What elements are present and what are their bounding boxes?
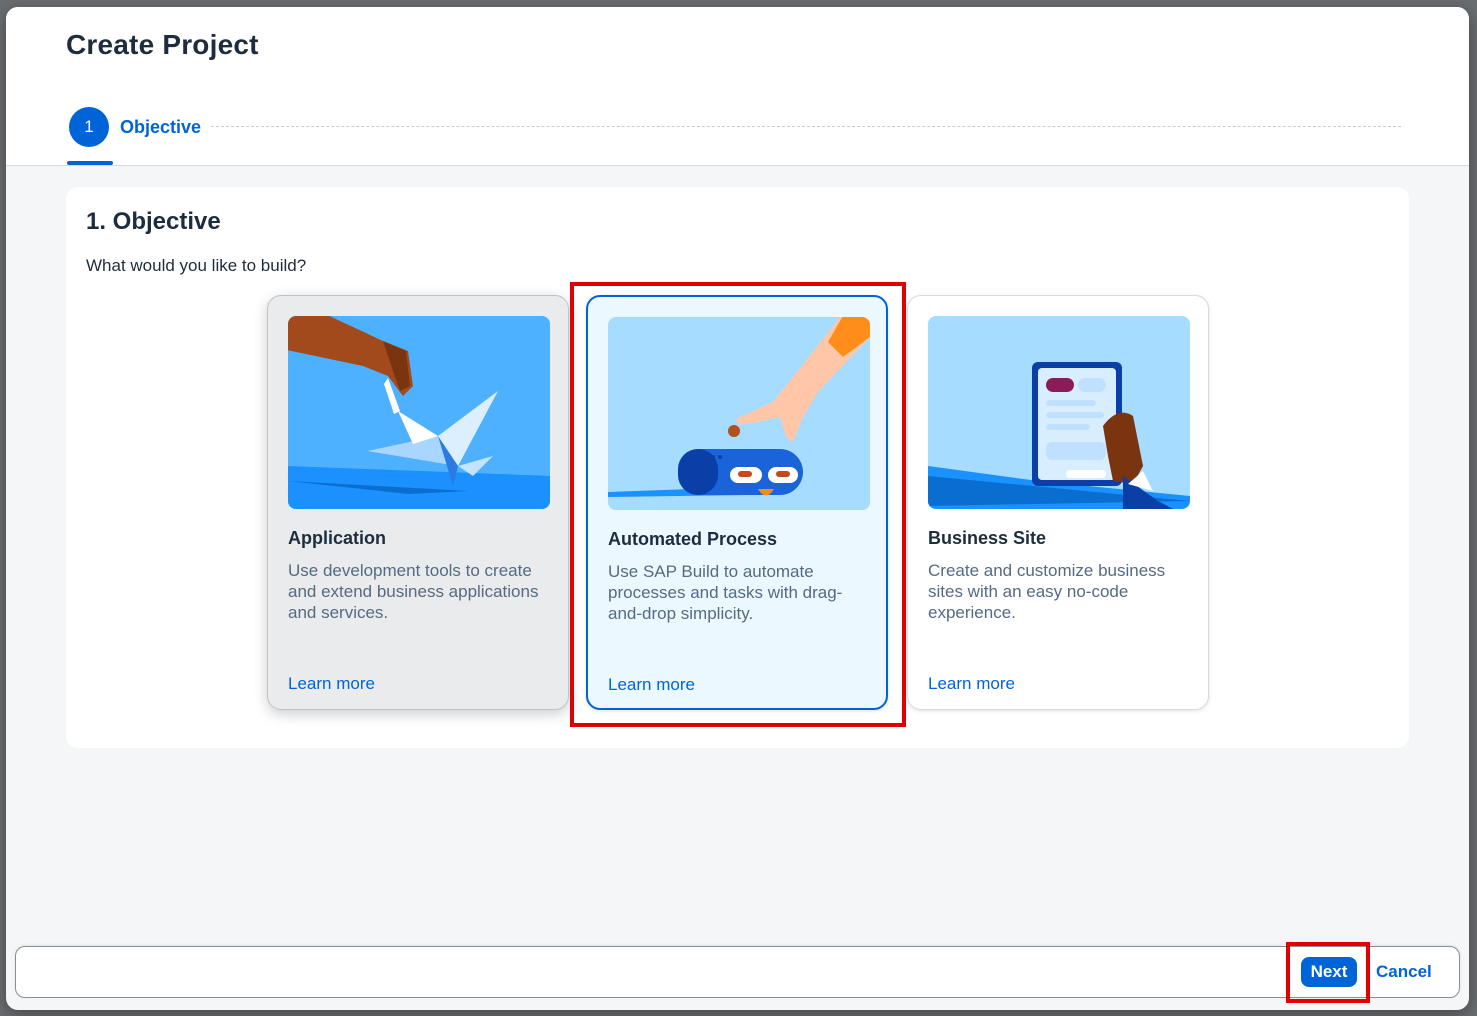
card-automated-process[interactable]: Automated Process Use SAP Build to autom…: [586, 295, 888, 710]
learn-more-link[interactable]: Learn more: [608, 675, 695, 695]
dialog-header: Create Project 1 Objective: [6, 7, 1469, 166]
card-title: Application: [288, 528, 386, 548]
card-title: Business Site: [928, 528, 1047, 548]
tablet-hand-illustration: [928, 316, 1190, 509]
paper-crane-illustration: [288, 316, 550, 509]
robot-hand-illustration: [608, 317, 870, 510]
section-title: 1. Objective: [86, 208, 221, 235]
next-button[interactable]: Next: [1301, 957, 1357, 987]
wizard-step-objective[interactable]: 1 Objective: [69, 107, 201, 147]
step-number-badge: 1: [69, 107, 109, 147]
create-project-dialog: Create Project 1 Objective 1. Objective …: [6, 7, 1469, 1010]
step-label: Objective: [120, 116, 202, 137]
objective-panel: 1. Objective What would you like to buil…: [66, 187, 1409, 748]
learn-more-link[interactable]: Learn more: [928, 674, 1015, 694]
active-step-indicator: [67, 161, 113, 165]
cancel-button[interactable]: Cancel: [1370, 957, 1438, 987]
dialog-footer: Next Cancel: [15, 946, 1460, 998]
card-description: Create and customize business sites with…: [928, 561, 1166, 622]
card-description: Use development tools to create and exte…: [288, 561, 539, 622]
section-question: What would you like to build?: [86, 256, 307, 275]
card-description: Use SAP Build to automate processes and …: [608, 562, 843, 623]
card-title: Automated Process: [608, 529, 778, 549]
dialog-title: Create Project: [66, 29, 259, 60]
card-application[interactable]: Application Use development tools to cre…: [267, 295, 569, 710]
card-business-site[interactable]: Business Site Create and customize busin…: [907, 295, 1209, 710]
learn-more-link[interactable]: Learn more: [288, 674, 375, 694]
step-progress-line: [211, 126, 1401, 127]
